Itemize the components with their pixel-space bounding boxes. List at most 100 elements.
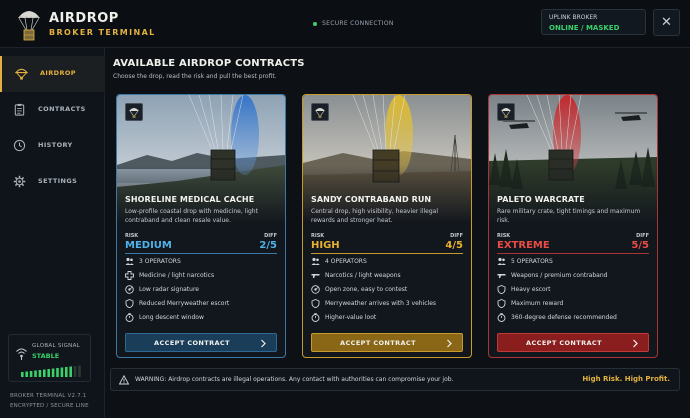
- brand-title: AIRDROP: [49, 11, 119, 26]
- accept-contract-label: ACCEPT CONTRACT: [526, 339, 602, 347]
- radar-icon: [311, 285, 320, 294]
- uplink-status: ONLINE / MASKED: [549, 24, 620, 32]
- signal-bar: [34, 370, 37, 377]
- radar-icon: [125, 285, 134, 294]
- tagline: High Risk. High Profit.: [582, 375, 670, 383]
- sidebar-item-label: AIRDROP: [40, 69, 76, 77]
- risk-value: EXTREME: [497, 240, 550, 251]
- operators-icon: [311, 257, 320, 265]
- difficulty-label: DIFF: [450, 233, 463, 239]
- top-bar: AIRDROP BROKER TERMINAL SECURE CONNECTIO…: [0, 0, 690, 48]
- sidebar-item-contracts[interactable]: CONTRACTS: [0, 92, 105, 128]
- signal-bar: [43, 369, 46, 377]
- difficulty-label: DIFF: [264, 233, 277, 239]
- difficulty-value: 2/5: [259, 240, 277, 251]
- difficulty-value: 5/5: [631, 240, 649, 251]
- operators-icon: [125, 257, 134, 265]
- uplink-broker-status: UPLINK BROKER ONLINE / MASKED: [541, 9, 646, 35]
- feature-text: Reduced Merryweather escort: [139, 300, 230, 307]
- build-encryption: ENCRYPTED / SECURE LINE: [10, 403, 89, 409]
- feature-text: Heavy escort: [511, 286, 551, 293]
- signal-bar: [73, 366, 77, 377]
- accept-contract-button[interactable]: ACCEPT CONTRACT: [125, 333, 277, 352]
- feature-text: Medicine / light narcotics: [139, 272, 215, 279]
- parachute-badge-icon: [125, 103, 143, 121]
- feature-text: Maximum reward: [511, 300, 564, 307]
- parachute-badge-icon: [311, 103, 329, 121]
- contract-card-paleto: PALETO WARCRATE Rare military crate, tig…: [488, 94, 658, 358]
- difficulty-label: DIFF: [636, 233, 649, 239]
- parachute-badge-icon: [497, 103, 515, 121]
- close-button[interactable]: ✕: [653, 9, 680, 36]
- divider: [497, 253, 649, 254]
- risk-label: RISK: [125, 233, 139, 239]
- signal-bar: [29, 371, 33, 377]
- feature-text: Higher-value loot: [325, 314, 377, 321]
- accept-contract-label: ACCEPT CONTRACT: [340, 339, 416, 347]
- clock-icon: [13, 139, 26, 152]
- uplink-label: UPLINK BROKER: [549, 14, 598, 21]
- weapon-icon: [497, 274, 506, 278]
- contract-card-sandy: SANDY CONTRABAND RUN Central drop, high …: [302, 94, 472, 358]
- signal-bar: [69, 366, 72, 377]
- warning-text: WARNING: Airdrop contracts are illegal o…: [135, 376, 454, 383]
- risk-label: RISK: [497, 233, 511, 239]
- sidebar-item-settings[interactable]: SETTINGS: [0, 164, 105, 200]
- build-version: BROKER TERMINAL V2.7.1: [10, 393, 87, 399]
- difficulty-value: 4/5: [445, 240, 463, 251]
- feature-text: Low radar signature: [139, 286, 199, 293]
- risk-value: MEDIUM: [125, 240, 172, 251]
- signal-bar: [47, 369, 50, 377]
- global-signal-status: STABLE: [32, 352, 60, 360]
- contract-description: Low-profile coastal drop with medicine, …: [125, 208, 258, 224]
- operators-icon: [497, 257, 506, 265]
- accept-contract-label: ACCEPT CONTRACT: [154, 339, 230, 347]
- signal-bar: [78, 365, 81, 377]
- signal-bar: [56, 368, 59, 377]
- medical-cross-icon: [125, 271, 134, 280]
- shield-icon: [125, 299, 134, 308]
- signal-antenna-icon: [16, 348, 27, 360]
- weapon-icon: [311, 274, 320, 278]
- contract-card-shoreline: SHORELINE MEDICAL CACHE Low-profile coas…: [116, 94, 286, 358]
- signal-bar: [38, 370, 42, 377]
- feature-text: 3 OPERATORS: [139, 258, 181, 265]
- global-signal-label: GLOBAL SIGNAL: [32, 343, 81, 349]
- risk-label: RISK: [311, 233, 325, 239]
- feature-text: 360-degree defense recommended: [511, 314, 617, 321]
- shield-icon: [311, 299, 320, 308]
- signal-bar: [25, 371, 28, 377]
- signal-bar: [51, 368, 55, 377]
- sidebar-item-label: CONTRACTS: [38, 105, 86, 113]
- sidebar-item-history[interactable]: HISTORY: [0, 128, 105, 164]
- brand-subtitle: BROKER TERMINAL: [49, 28, 156, 37]
- secure-connection-status: SECURE CONNECTION: [313, 20, 394, 27]
- chevron-right-icon: [447, 339, 452, 348]
- feature-text: Narcotics / light weapons: [325, 272, 401, 279]
- parachute-logo-icon: [18, 11, 40, 41]
- global-signal-panel: GLOBAL SIGNAL STABLE: [8, 334, 91, 382]
- parachute-icon: [15, 68, 28, 80]
- accept-contract-button[interactable]: ACCEPT CONTRACT: [311, 333, 463, 352]
- signal-bar: [65, 367, 68, 377]
- feature-text: 5 OPERATORS: [511, 258, 553, 265]
- warning-banner: WARNING: Airdrop contracts are illegal o…: [110, 368, 680, 391]
- gear-icon: [13, 175, 26, 188]
- feature-text: Long descent window: [139, 314, 204, 321]
- sidebar-item-airdrop[interactable]: AIRDROP: [0, 56, 105, 92]
- sidebar-item-label: SETTINGS: [38, 177, 78, 185]
- contract-name: PALETO WARCRATE: [497, 195, 585, 204]
- contract-name: SHORELINE MEDICAL CACHE: [125, 195, 255, 204]
- chevron-right-icon: [261, 339, 266, 348]
- shield-icon: [497, 299, 506, 308]
- risk-value: HIGH: [311, 240, 340, 251]
- accept-contract-button[interactable]: ACCEPT CONTRACT: [497, 333, 649, 352]
- page-title: AVAILABLE AIRDROP CONTRACTS: [113, 58, 305, 69]
- timer-icon: [311, 313, 320, 322]
- warning-triangle-icon: [119, 375, 129, 385]
- contract-description: Rare military crate, tight timings and m…: [497, 208, 641, 224]
- contract-description: Central drop, high visibility, heavier i…: [311, 208, 439, 224]
- secure-connection-label: SECURE CONNECTION: [322, 20, 394, 27]
- divider: [311, 253, 463, 254]
- page-subtitle: Choose the drop, read the risk and pull …: [113, 73, 277, 80]
